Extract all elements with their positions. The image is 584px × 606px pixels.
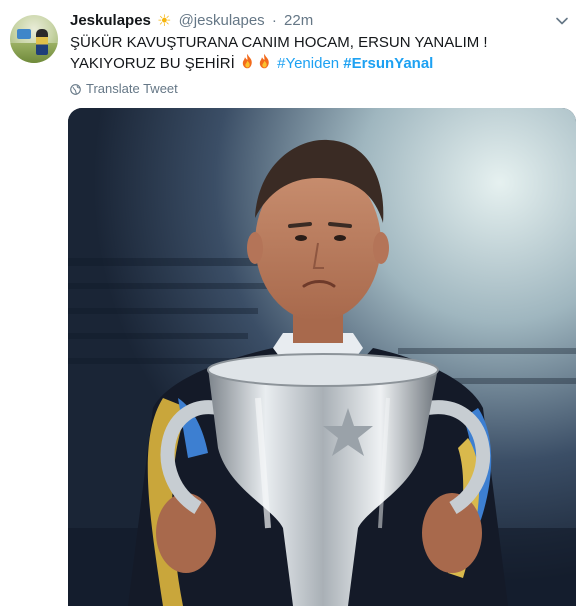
tweet-photo[interactable] xyxy=(68,108,576,606)
separator-dot: · xyxy=(271,12,277,29)
fire-icon xyxy=(259,53,269,69)
tweet-header: Jeskulapes ☀ @jeskulapes · 22m xyxy=(70,11,313,32)
translate-tweet-link[interactable]: Translate Tweet xyxy=(70,81,178,97)
timestamp[interactable]: 22m xyxy=(284,12,313,29)
hashtag-ersunyanal[interactable]: #ErsunYanal xyxy=(343,55,433,72)
hashtag-yeniden[interactable]: #Yeniden xyxy=(277,55,339,72)
fire-icon xyxy=(242,53,252,69)
translate-label: Translate Tweet xyxy=(86,81,178,96)
sun-icon: ☀ xyxy=(157,13,172,30)
photo-coach-with-trophy xyxy=(68,108,576,606)
display-name[interactable]: Jeskulapes xyxy=(70,12,151,29)
tweet: Jeskulapes ☀ @jeskulapes · 22m ŞÜKÜR KAV… xyxy=(0,0,584,606)
globe-icon xyxy=(70,83,81,95)
tweet-text: ŞÜKÜR KAVUŞTURANA CANIM HOCAM, ERSUN YAN… xyxy=(70,33,560,74)
chevron-down-icon[interactable] xyxy=(555,14,569,28)
user-handle[interactable]: @jeskulapes xyxy=(179,12,265,29)
avatar[interactable] xyxy=(10,15,58,63)
